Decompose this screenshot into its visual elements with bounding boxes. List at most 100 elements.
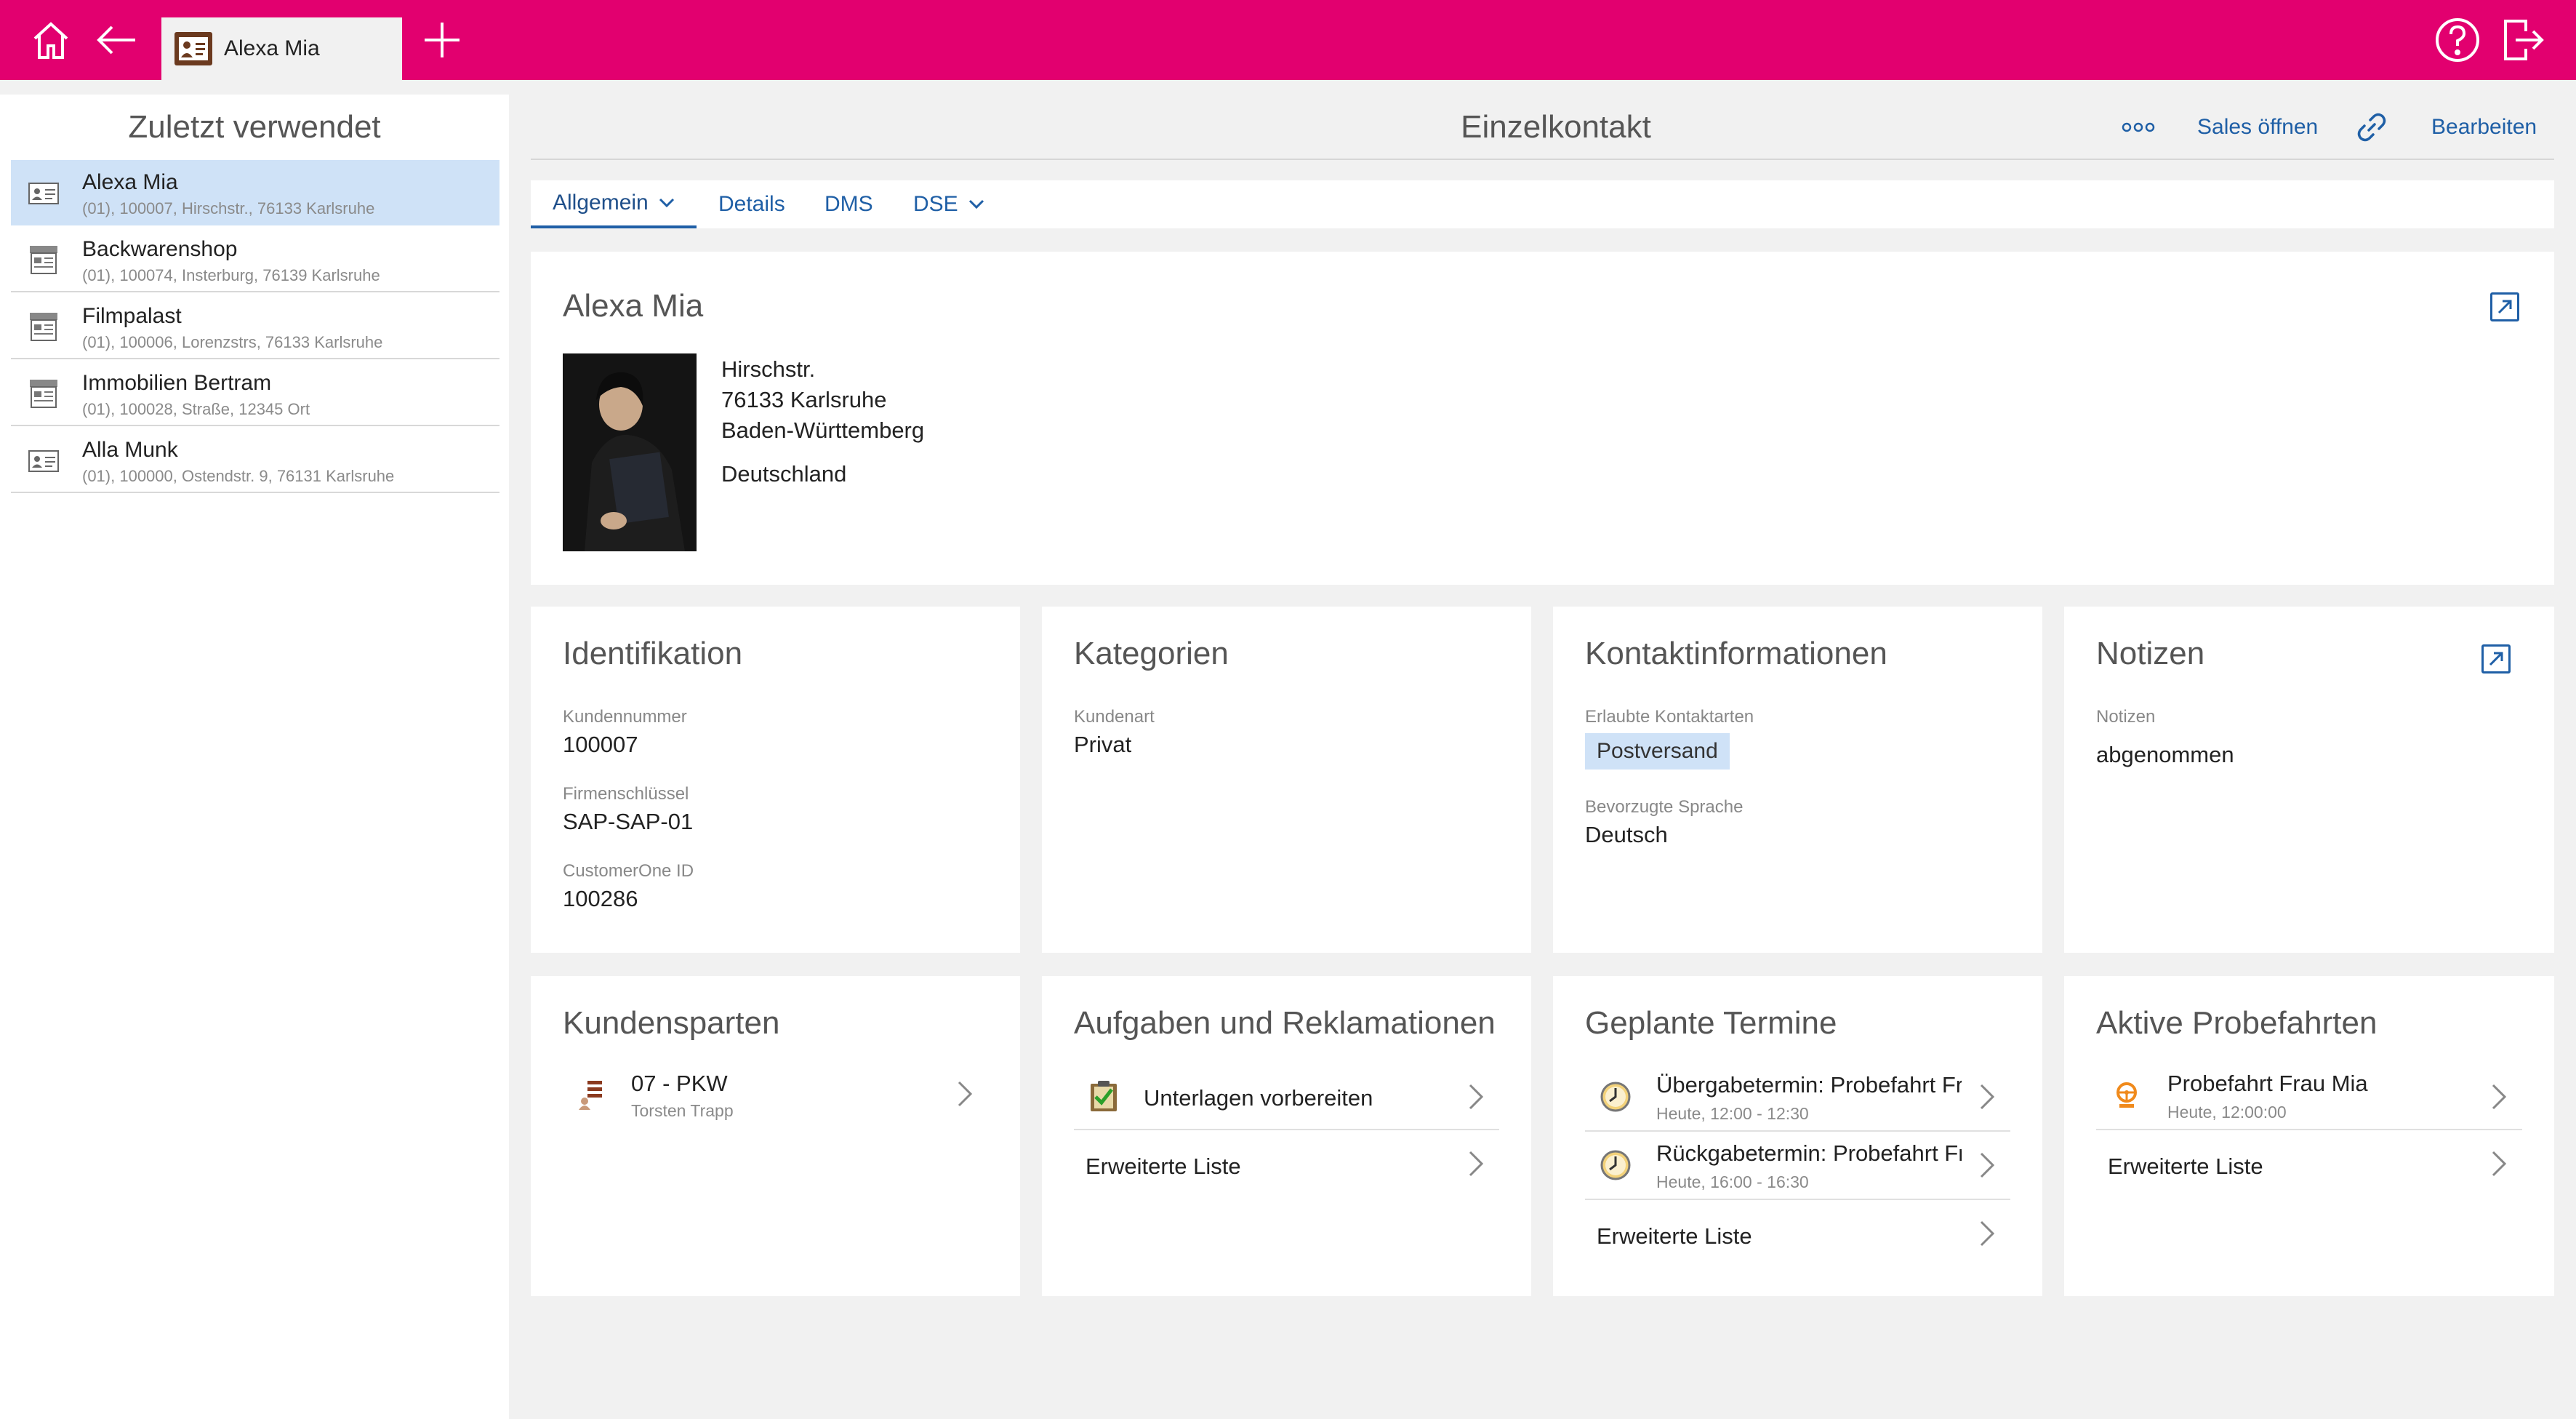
- recent-item-address: (01), 100000, Ostendstr. 9, 76131 Karlsr…: [82, 467, 395, 485]
- recent-item-address: (01), 100007, Hirschstr., 76133 Karlsruh…: [82, 199, 375, 217]
- open-external-icon[interactable]: [2481, 644, 2511, 673]
- chevron-right-icon: [2490, 1082, 2508, 1115]
- field-label: Kundenart: [1074, 707, 1155, 727]
- list-item[interactable]: 07 - PKW Torsten Trapp: [563, 1063, 988, 1129]
- notes-card: Notizen Notizen abgenommen: [2064, 607, 2554, 953]
- testdrive-name: Probefahrt Frau Mia: [2167, 1071, 2368, 1096]
- extended-list-link[interactable]: Erweiterte Liste: [1074, 1130, 1499, 1197]
- appointments-card: Geplante Termine Übergabetermin: Probefa…: [1553, 976, 2042, 1296]
- contact-photo: [563, 353, 697, 551]
- steering-wheel-icon: [2116, 1082, 2137, 1108]
- extended-list-label: Erweiterte Liste: [2108, 1154, 2263, 1179]
- tab-label: DMS: [824, 192, 873, 216]
- address-state: Baden-Württemberg: [721, 417, 925, 443]
- contact-card: Alexa Mia Hirschstr. 76133 Karlsruhe Bad…: [531, 252, 2554, 585]
- testdrives-card: Aktive Probefahrten Probefahrt Frau Mia …: [2064, 976, 2554, 1296]
- card-title: Kategorien: [1074, 636, 1229, 671]
- more-dots-icon: [2122, 122, 2155, 132]
- recent-item[interactable]: Immobilien Bertram (01), 100028, Straße,…: [11, 361, 499, 426]
- categories-card: Kategorien Kundenart Privat: [1042, 607, 1531, 953]
- recent-item-name: Alla Munk: [82, 438, 178, 462]
- field-label: CustomerOne ID: [563, 861, 694, 881]
- tab-allgemein[interactable]: Allgemein: [531, 180, 697, 228]
- list-item[interactable]: Probefahrt Frau Mia Heute, 12:00:00: [2096, 1063, 2522, 1130]
- header-divider: [531, 159, 2554, 160]
- tab-label: Allgemein: [553, 191, 649, 215]
- identification-card: Identifikation Kundennummer 100007 Firme…: [531, 607, 1020, 953]
- testdrive-time: Heute, 12:00:00: [2167, 1103, 2287, 1122]
- appointment-title: Übergabetermin: Probefahrt Fr...: [1656, 1072, 1962, 1098]
- recent-item[interactable]: Filmpalast (01), 100006, Lorenzstrs, 761…: [11, 294, 499, 359]
- chevron-down-icon: [968, 199, 984, 209]
- chevron-right-icon: [1467, 1149, 1485, 1182]
- extended-list-link[interactable]: Erweiterte Liste: [1585, 1200, 2010, 1267]
- back-arrow-icon[interactable]: [87, 0, 145, 80]
- customerone-id: 100286: [563, 886, 638, 911]
- contact-card-icon: [174, 32, 212, 65]
- tab-dse[interactable]: DSE: [913, 180, 984, 228]
- clock-icon: [1600, 1150, 1631, 1180]
- chevron-right-icon: [1978, 1082, 1996, 1115]
- home-icon[interactable]: [22, 0, 80, 80]
- company-icon: [27, 243, 60, 276]
- recent-item-address: (01), 100074, Insterburg, 76139 Karlsruh…: [82, 266, 380, 284]
- clock-icon: [1600, 1082, 1631, 1112]
- address-street: Hirschstr.: [721, 356, 816, 382]
- clipboard-check-icon: [1091, 1081, 1117, 1111]
- chevron-right-icon: [1978, 1151, 1996, 1183]
- more-options-button[interactable]: [2122, 109, 2155, 145]
- address-country: Deutschland: [721, 461, 847, 487]
- customer-type: Privat: [1074, 732, 1132, 757]
- appointment-title: Rückgabetermin: Probefahrt Fr...: [1656, 1140, 1962, 1166]
- recent-item-name: Filmpalast: [82, 304, 182, 328]
- chevron-right-icon: [956, 1079, 974, 1112]
- logout-icon[interactable]: [2494, 0, 2552, 80]
- field-label: Notizen: [2096, 707, 2156, 727]
- recent-title: Zuletzt verwendet: [128, 109, 381, 145]
- field-label: Kundennummer: [563, 707, 687, 727]
- tabs-bar: Allgemein Details DMS DSE: [531, 180, 2554, 228]
- field-label: Erlaubte Kontaktarten: [1585, 707, 1754, 727]
- recent-item-name: Backwarenshop: [82, 237, 238, 261]
- sales-open-label: Sales öffnen: [2197, 115, 2319, 139]
- page-title: Einzelkontakt: [1461, 109, 1651, 145]
- extended-list-link[interactable]: Erweiterte Liste: [2096, 1130, 2522, 1197]
- card-title: Identifikation: [563, 636, 743, 671]
- edit-button[interactable]: Bearbeiten: [2431, 109, 2537, 145]
- chevron-down-icon: [659, 198, 674, 208]
- recent-item-name: Immobilien Bertram: [82, 371, 272, 395]
- card-title: Kontaktinformationen: [1585, 636, 1887, 671]
- contact-name: Alexa Mia: [563, 288, 704, 324]
- contactinfo-card: Kontaktinformationen Erlaubte Kontaktart…: [1553, 607, 2042, 953]
- tab-contact[interactable]: Alexa Mia: [161, 17, 402, 80]
- divisions-card: Kundensparten 07 - PKW Torsten Trapp: [531, 976, 1020, 1296]
- recent-item-name: Alexa Mia: [82, 170, 178, 194]
- list-item[interactable]: Unterlagen vorbereiten: [1074, 1063, 1499, 1130]
- extended-list-label: Erweiterte Liste: [1086, 1154, 1241, 1179]
- help-icon[interactable]: [2428, 0, 2487, 80]
- field-label: Bevorzugte Sprache: [1585, 797, 1744, 817]
- contact-card-icon: [27, 176, 60, 209]
- tasks-card: Aufgaben und Reklamationen Unterlagen vo…: [1042, 976, 1531, 1296]
- task-name: Unterlagen vorbereiten: [1144, 1085, 1373, 1111]
- contact-card-icon: [27, 444, 60, 477]
- recent-item[interactable]: Backwarenshop (01), 100074, Insterburg, …: [11, 227, 499, 292]
- sales-open-button[interactable]: Sales öffnen: [2197, 109, 2318, 145]
- card-title: Kundensparten: [563, 1005, 780, 1041]
- tab-dms[interactable]: DMS: [824, 180, 873, 228]
- address-city: 76133 Karlsruhe: [721, 387, 887, 412]
- tab-details[interactable]: Details: [718, 180, 785, 228]
- list-item[interactable]: Übergabetermin: Probefahrt Fr... Heute, …: [1585, 1063, 2010, 1132]
- customer-number: 100007: [563, 732, 638, 757]
- open-external-icon[interactable]: [2490, 292, 2519, 321]
- add-tab-icon[interactable]: [413, 0, 471, 80]
- appointment-time: Heute, 16:00 - 16:30: [1656, 1172, 1809, 1191]
- tab-label: DSE: [913, 192, 958, 216]
- contact-type-chip: Postversand: [1585, 733, 1730, 770]
- list-item[interactable]: Rückgabetermin: Probefahrt Fr... Heute, …: [1585, 1132, 2010, 1200]
- recent-item[interactable]: Alla Munk (01), 100000, Ostendstr. 9, 76…: [11, 428, 499, 493]
- recent-item[interactable]: Alexa Mia (01), 100007, Hirschstr., 7613…: [11, 160, 499, 225]
- link-button[interactable]: [2356, 109, 2388, 145]
- company-key: SAP-SAP-01: [563, 809, 694, 834]
- chevron-right-icon: [1978, 1219, 1996, 1252]
